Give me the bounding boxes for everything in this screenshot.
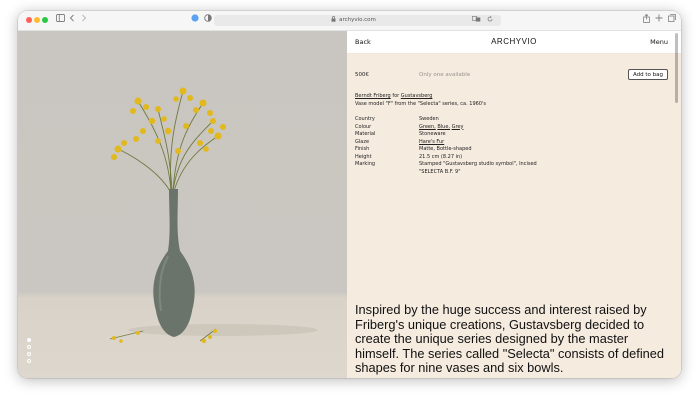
spec-row-finish: Finish Matte, Bottle-shaped [355, 146, 559, 154]
spec-value: Matte, Bottle-shaped [419, 146, 472, 152]
spec-value: Stoneware [419, 131, 446, 137]
product-panel: Back ARCHYVIO Menu 500€ Only one availab… [347, 31, 681, 378]
attribution-line: Berndt Friberg for Gustavsberg [355, 93, 486, 101]
spec-row-colour: Colour Green, Blue, Grey [355, 124, 559, 132]
shield-icon[interactable] [203, 14, 213, 27]
scrollbar[interactable] [675, 33, 678, 103]
brand-logo[interactable]: ARCHYVIO [347, 31, 681, 53]
spec-label: Material [355, 131, 376, 137]
product-description: Berndt Friberg for Gustavsberg Vase mode… [355, 93, 486, 108]
designer-link[interactable]: Berndt Friberg [355, 93, 391, 99]
spec-label: Height [355, 153, 372, 160]
spec-label: Glaze [355, 138, 370, 145]
gallery-pager [27, 338, 33, 366]
colour-green-link[interactable]: Green, [419, 124, 436, 130]
colour-grey-link[interactable]: Grey [452, 124, 464, 130]
specs-table: Country Sweden Colour Green, Blue, Grey … [355, 116, 559, 176]
spec-row-material: Material Stoneware [355, 131, 559, 139]
spec-row-country: Country Sweden [355, 116, 559, 124]
spec-value: Sweden [419, 116, 439, 122]
minimize-window-button[interactable] [34, 17, 40, 23]
forward-icon[interactable] [80, 14, 88, 27]
availability-note: Only one available [419, 72, 471, 78]
spec-value: Green, Blue, Grey [419, 124, 559, 132]
browser-toolbar: archyvio.com [18, 11, 681, 31]
share-icon[interactable] [641, 13, 651, 27]
new-tab-icon[interactable] [654, 14, 664, 27]
model-line: Vase model "F" from the "Selecta" series… [355, 100, 486, 107]
spec-value: 21.5 cm (8.27 in) [419, 153, 463, 160]
tabs-icon[interactable] [667, 14, 677, 27]
translate-icon[interactable] [471, 15, 481, 26]
menu-button[interactable]: Menu [650, 31, 668, 53]
back-icon[interactable] [68, 14, 76, 27]
zoom-window-button[interactable] [42, 17, 48, 23]
gallery-dot-2[interactable] [27, 345, 31, 349]
gallery-dot-1[interactable] [27, 338, 31, 342]
address-bar[interactable]: archyvio.com [214, 15, 501, 26]
spec-label: Country [355, 116, 375, 122]
product-photo [18, 31, 347, 378]
add-to-bag-button[interactable]: Add to bag [628, 69, 668, 80]
vase-illustration [109, 87, 318, 344]
spec-row-marking: Marking Stamped "Gustavsberg studio symb… [355, 161, 559, 176]
glaze-link[interactable]: Hare's Fur [419, 139, 559, 147]
gallery-dot-4[interactable] [27, 359, 31, 363]
spec-label: Colour [355, 123, 372, 130]
browser-window: archyvio.com Back ARCHYVIO Menu 500€ Onl… [18, 11, 681, 378]
reload-icon[interactable] [485, 15, 495, 26]
price: 500€ [355, 72, 369, 78]
manufacturer-link[interactable]: Gustavsberg [401, 93, 433, 99]
for-word: for [392, 93, 400, 99]
extension-icon[interactable] [190, 14, 200, 27]
spec-row-height: Height 21.5 cm (8.27 in) [355, 154, 559, 162]
spec-label: Finish [355, 146, 370, 152]
spec-row-glaze: Glaze Hare's Fur [355, 139, 559, 147]
sidebar-icon[interactable] [55, 14, 65, 27]
product-story: Inspired by the huge success and interes… [355, 302, 665, 375]
url-text: archyvio.com [339, 17, 376, 23]
close-window-button[interactable] [26, 17, 32, 23]
spec-value: Stamped "Gustavsberg studio symbol", Inc… [419, 161, 537, 175]
site-header: Back ARCHYVIO Menu [347, 31, 681, 54]
spec-label: Marking [355, 161, 376, 167]
gallery-dot-3[interactable] [27, 352, 31, 356]
colour-blue-link[interactable]: Blue, [437, 124, 450, 130]
